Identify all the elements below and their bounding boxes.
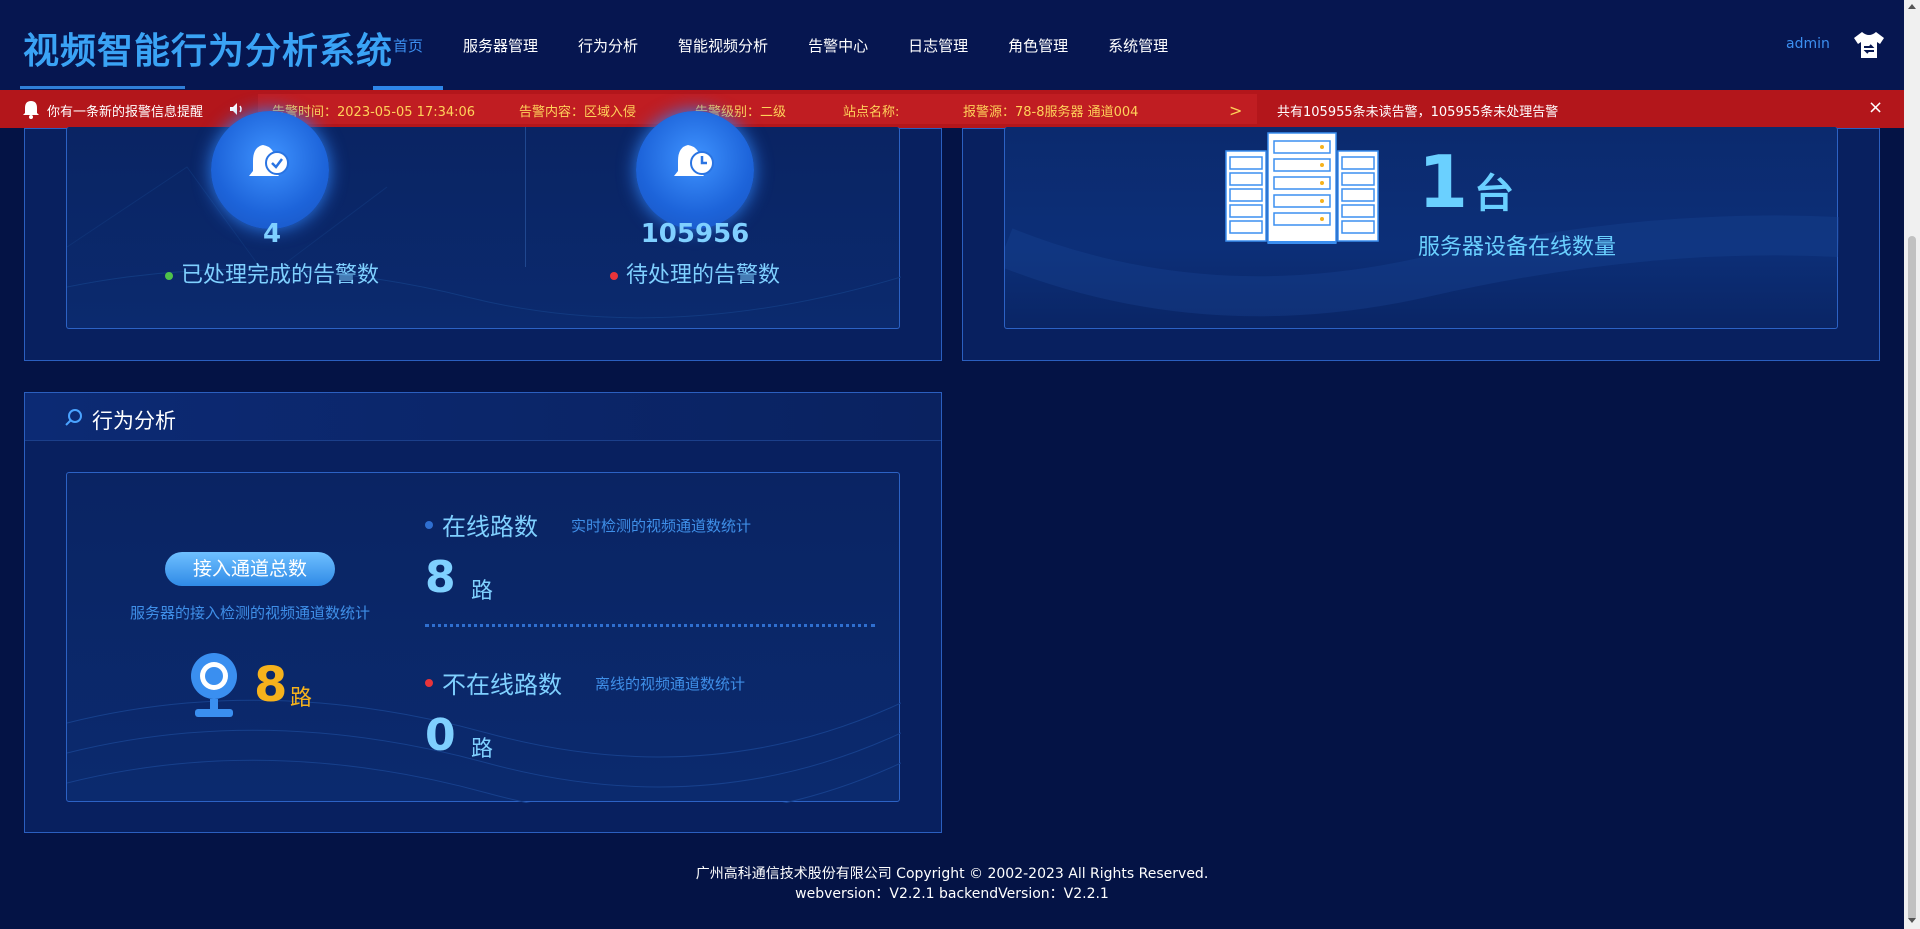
pending-alarm-count: 105956 — [640, 219, 750, 249]
total-channels-description: 服务器的接入检测的视频通道数统计 — [129, 604, 370, 622]
total-channels-button[interactable]: 接入通道总数 — [165, 552, 335, 586]
nav-item-behavior-analysis[interactable]: 行为分析 — [558, 0, 658, 90]
alert-detail-strip[interactable]: 告警时间：2023-05-05 17:34:06 告警内容：区域入侵 告警级别：… — [258, 94, 1257, 124]
next-alert-chevron-icon[interactable]: > — [1229, 101, 1242, 120]
alert-summary: 共有105955条未读告警，105955条未处理告警 — [1277, 105, 1559, 120]
online-dot — [425, 521, 433, 529]
search-icon — [65, 409, 82, 426]
alert-title: 你有一条新的报警信息提醒 — [47, 105, 204, 120]
handled-alarm-bell-icon — [211, 111, 329, 229]
nav-item-smart-video-analysis[interactable]: 智能视频分析 — [658, 0, 788, 90]
page-footer: 广州高科通信技术股份有限公司 Copyright © 2002-2023 All… — [0, 864, 1904, 904]
stats-dotted-divider — [425, 624, 875, 627]
footer-copyright: 广州高科通信技术股份有限公司 Copyright © 2002-2023 All… — [695, 866, 1209, 882]
user-name-link[interactable]: admin — [1786, 36, 1830, 52]
main-nav: 首页 服务器管理 行为分析 智能视频分析 告警中心 日志管理 角色管理 系统管理 — [373, 0, 1188, 90]
nav-item-system-management[interactable]: 系统管理 — [1088, 0, 1188, 90]
online-channels-unit: 路 — [471, 579, 494, 604]
online-channels-description: 实时检测的视频通道数统计 — [571, 517, 752, 535]
close-icon[interactable]: × — [1868, 97, 1883, 118]
channel-stats-box: 接入通道总数 服务器的接入检测的视频通道数统计 8 路 在线路数 实时检测的视频… — [66, 472, 901, 803]
alert-content: 告警内容：区域入侵 — [519, 105, 637, 120]
red-status-dot — [610, 272, 618, 280]
scroll-up-arrow-icon[interactable] — [1908, 4, 1916, 9]
scroll-down-arrow-icon[interactable] — [1908, 918, 1916, 923]
alert-source: 报警源：78-8服务器 通道004 — [963, 105, 1139, 120]
behavior-panel-title: 行为分析 — [92, 409, 176, 433]
logo-underline — [20, 86, 185, 89]
total-channels-count: 8 — [254, 657, 288, 713]
alert-time: 告警时间：2023-05-05 17:34:06 — [272, 105, 476, 120]
top-header: 视频智能行为分析系统 首页 服务器管理 行为分析 智能视频分析 告警中心 日志管… — [0, 0, 1904, 90]
total-channels-unit: 路 — [290, 686, 313, 711]
nav-item-alarm-center[interactable]: 告警中心 — [788, 0, 888, 90]
alarm-stats-box: 4 已处理完成的告警数 105956 待处理的告警数 — [66, 111, 901, 329]
offline-dot — [425, 679, 433, 687]
server-online-count: 1台 — [1418, 140, 1515, 224]
online-channels-title: 在线路数 — [442, 513, 538, 541]
shirt-swap-icon[interactable] — [1852, 30, 1886, 60]
webcam-icon — [191, 653, 237, 717]
bell-icon — [23, 101, 39, 119]
green-status-dot — [165, 272, 173, 280]
offline-channels-count: 0 — [425, 710, 456, 761]
app-logo-title: 视频智能行为分析系统 — [23, 31, 394, 72]
handled-alarm-count: 4 — [262, 219, 282, 249]
nav-item-server-management[interactable]: 服务器管理 — [443, 0, 558, 90]
page-scrollbar[interactable] — [1904, 0, 1920, 929]
stats-divider — [525, 127, 526, 267]
behavior-analysis-panel: 行为分析 接入通道总数 服务器的接入检测的视频通道数统计 8 路 在线路数 实时… — [24, 392, 942, 833]
scrollbar-thumb[interactable] — [1908, 236, 1916, 921]
alarm-stats-panel: 4 已处理完成的告警数 105956 待处理的告警数 — [24, 111, 942, 361]
server-rack-icon — [1225, 132, 1379, 244]
nav-item-home[interactable]: 首页 — [373, 0, 444, 90]
online-channels-count: 8 — [425, 552, 456, 603]
speaker-icon[interactable] — [229, 102, 245, 116]
offline-channels-unit: 路 — [471, 737, 494, 762]
offline-channels-description: 离线的视频通道数统计 — [595, 675, 746, 693]
offline-channels-title: 不在线路数 — [442, 671, 562, 699]
handled-alarm-label: 已处理完成的告警数 — [165, 257, 379, 289]
behavior-panel-header: 行为分析 — [25, 393, 941, 441]
nav-item-role-management[interactable]: 角色管理 — [988, 0, 1088, 90]
server-online-label: 服务器设备在线数量 — [1418, 235, 1617, 260]
pending-alarm-bell-icon — [636, 111, 754, 229]
footer-version: webversion：V2.2.1 backendVersion：V2.2.1 — [795, 886, 1109, 902]
nav-item-log-management[interactable]: 日志管理 — [888, 0, 988, 90]
pending-alarm-label: 待处理的告警数 — [610, 257, 780, 289]
alert-station: 站点名称: — [843, 105, 900, 120]
